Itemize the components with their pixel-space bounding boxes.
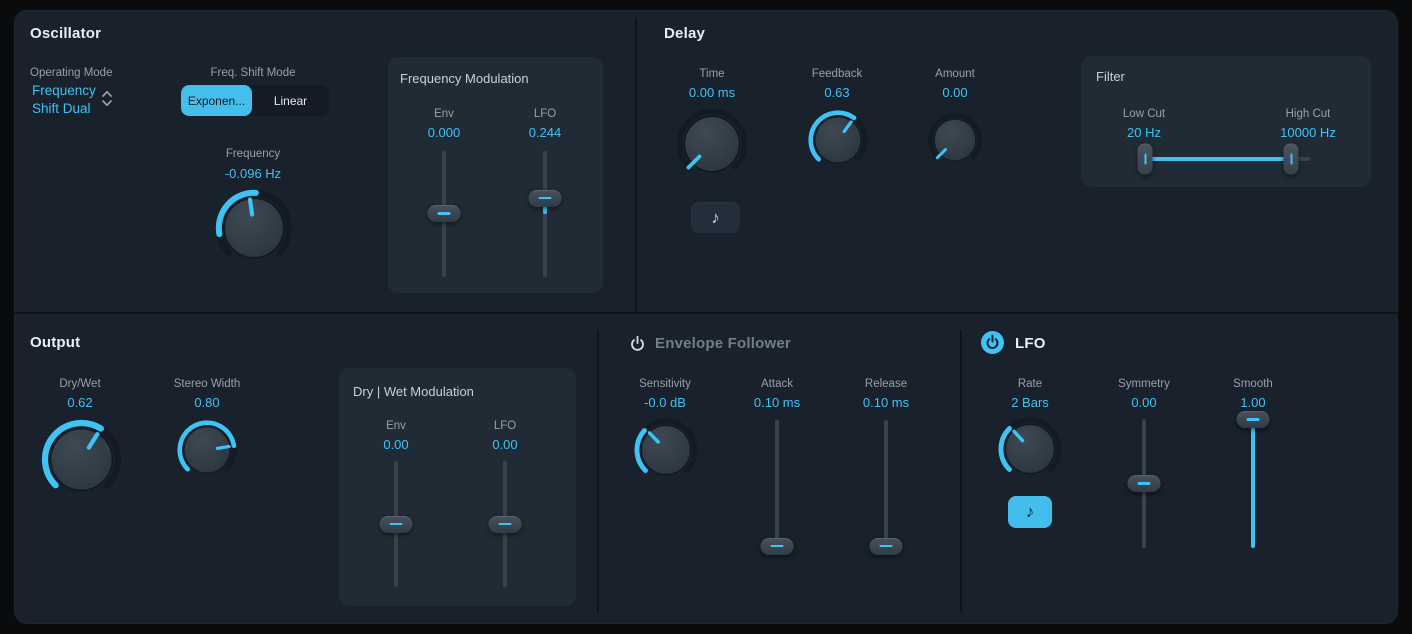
divider-oscillator-delay bbox=[635, 18, 637, 313]
envelope-follower-section-title: Envelope Follower bbox=[655, 335, 791, 352]
filter-high-cut-handle bbox=[1283, 143, 1299, 175]
attack-slider[interactable] bbox=[757, 420, 797, 555]
dry-wet-modulation-title: Dry | Wet Modulation bbox=[353, 384, 474, 399]
chevron-up-down-icon[interactable] bbox=[101, 89, 113, 108]
lfo-smooth-label: Smooth bbox=[1233, 378, 1273, 390]
frequency-modulation-title: Frequency Modulation bbox=[400, 71, 529, 86]
stereo-width-knob[interactable] bbox=[176, 419, 238, 481]
filter-high-cut-label: High Cut bbox=[1285, 108, 1331, 120]
delay-amount-value[interactable]: 0.00 bbox=[885, 85, 1025, 100]
lfo-rate-knob[interactable] bbox=[997, 416, 1063, 482]
delay-time-value[interactable]: 0.00 ms bbox=[642, 85, 782, 100]
dwm-lfo-value[interactable]: 0.00 bbox=[435, 437, 575, 452]
plugin-screenshot: Oscillator Operating Mode Frequency Shif… bbox=[0, 0, 1412, 634]
freq-shift-mode-label: Freq. Shift Mode bbox=[210, 67, 296, 79]
divider-horizontal bbox=[14, 312, 1398, 314]
frequency-label: Frequency bbox=[225, 148, 281, 160]
filter-range-slider[interactable] bbox=[1137, 143, 1310, 175]
operating-mode-value-line2: Shift Dual bbox=[32, 100, 91, 116]
frequency-modulation-panel bbox=[388, 57, 603, 293]
filter-low-cut-value[interactable]: 20 Hz bbox=[1074, 125, 1214, 140]
oscillator-section-title: Oscillator bbox=[30, 25, 102, 42]
dry-wet-value[interactable]: 0.62 bbox=[10, 395, 150, 410]
fm-env-slider[interactable] bbox=[424, 151, 464, 277]
frequency-knob[interactable] bbox=[214, 188, 294, 268]
release-value[interactable]: 0.10 ms bbox=[816, 395, 956, 410]
dwm-lfo-slider[interactable] bbox=[485, 461, 525, 587]
divider-output-envfollower bbox=[597, 330, 599, 612]
filter-high-cut-value[interactable]: 10000 Hz bbox=[1238, 125, 1378, 140]
dry-wet-knob[interactable] bbox=[40, 418, 123, 501]
filter-low-cut-label: Low Cut bbox=[1122, 108, 1166, 120]
freq-shift-mode-option-linear[interactable]: Linear bbox=[252, 85, 329, 116]
lfo-sync-button[interactable]: ♪ bbox=[1008, 496, 1052, 528]
filter-low-cut-handle bbox=[1137, 143, 1153, 175]
lfo-power-icon bbox=[986, 334, 999, 349]
stereo-width-value[interactable]: 0.80 bbox=[137, 395, 277, 410]
note-icon: ♪ bbox=[1025, 502, 1035, 521]
fm-lfo-slider[interactable] bbox=[525, 151, 565, 277]
dry-wet-label: Dry/Wet bbox=[59, 378, 101, 390]
operating-mode-label: Operating Mode bbox=[30, 67, 113, 79]
delay-time-knob[interactable] bbox=[675, 107, 749, 181]
delay-sync-button[interactable]: ♪ bbox=[691, 202, 740, 233]
release-slider[interactable] bbox=[866, 420, 906, 555]
output-section-title: Output bbox=[30, 334, 81, 351]
delay-time-label: Time bbox=[699, 68, 725, 80]
frequency-value[interactable]: -0.096 Hz bbox=[183, 166, 323, 181]
release-label: Release bbox=[864, 378, 908, 390]
dry-wet-modulation-panel bbox=[339, 368, 576, 606]
freq-shift-mode-segmented-control: Exponen... Linear bbox=[181, 85, 329, 116]
lfo-symmetry-slider[interactable] bbox=[1124, 419, 1164, 548]
note-icon: ♪ bbox=[711, 207, 720, 227]
freq-shift-mode-option-exponential[interactable]: Exponen... bbox=[181, 85, 252, 116]
sensitivity-knob[interactable] bbox=[633, 417, 699, 483]
divider-envfollower-lfo bbox=[960, 330, 962, 612]
delay-amount-knob[interactable] bbox=[927, 112, 983, 168]
lfo-section-title: LFO bbox=[1015, 335, 1046, 352]
delay-amount-label: Amount bbox=[935, 68, 975, 80]
lfo-smooth-slider[interactable] bbox=[1233, 411, 1273, 548]
lfo-power-button[interactable] bbox=[981, 331, 1004, 354]
delay-section-title: Delay bbox=[664, 25, 706, 42]
dwm-lfo-label: LFO bbox=[493, 420, 517, 432]
stereo-width-label: Stereo Width bbox=[173, 378, 241, 390]
lfo-smooth-value[interactable]: 1.00 bbox=[1183, 395, 1323, 410]
operating-mode-dropdown[interactable]: Frequency Shift Dual bbox=[32, 82, 96, 117]
operating-mode-value-line1: Frequency bbox=[32, 83, 96, 98]
delay-feedback-knob[interactable] bbox=[807, 109, 869, 171]
fm-lfo-value[interactable]: 0.244 bbox=[475, 125, 615, 140]
envelope-follower-power-icon[interactable] bbox=[629, 334, 646, 353]
filter-title: Filter bbox=[1096, 69, 1125, 84]
dwm-env-slider[interactable] bbox=[376, 461, 416, 587]
fm-lfo-label: LFO bbox=[533, 108, 557, 120]
